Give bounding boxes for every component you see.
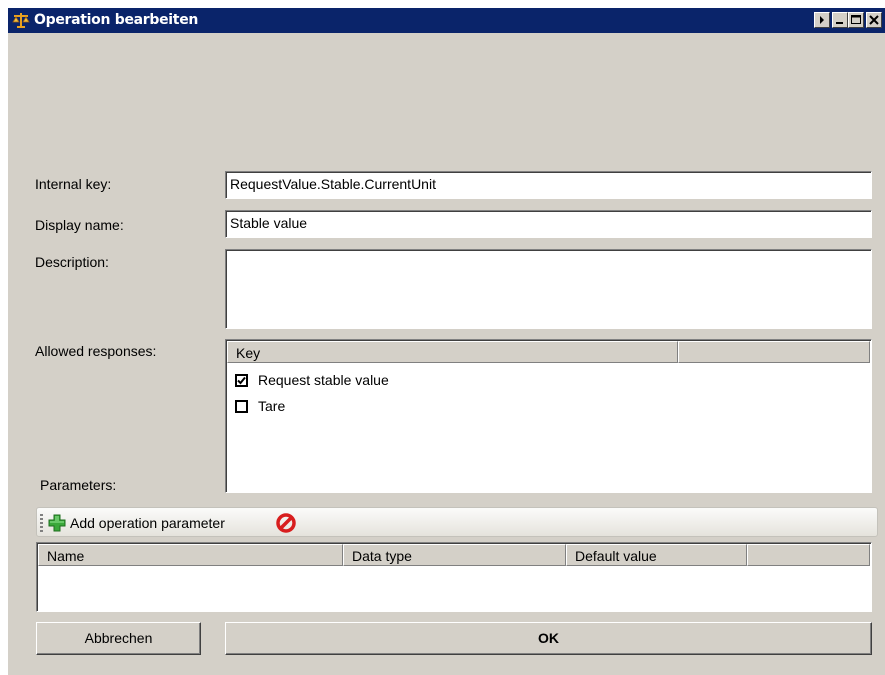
triangle-right-icon [820,16,824,24]
operation-dialog: Operation bearbeiten Internal key: Displ… [8,8,885,675]
allowed-responses-label: Allowed responses: [35,343,157,359]
display-name-field[interactable]: Stable value [225,210,872,238]
description-field[interactable] [225,249,872,329]
checkbox-unchecked[interactable] [235,399,248,413]
list-item[interactable]: Tare [235,396,285,416]
internal-key-field[interactable]: RequestValue.Stable.CurrentUnit [225,171,872,199]
list-item-label: Request stable value [258,372,389,388]
column-header-default-value[interactable]: Default value [566,544,747,566]
parameters-label: Parameters: [40,477,117,493]
display-name-label: Display name: [35,217,124,233]
description-label: Description: [35,254,109,270]
parameters-grid[interactable]: Name Data type Default value [36,542,872,612]
red-no-entry-icon [276,513,296,533]
close-button[interactable] [866,12,882,28]
internal-key-label: Internal key: [35,176,112,192]
checkmark-icon [237,376,246,384]
list-item-label: Tare [258,398,286,414]
list-item[interactable]: Request stable value [235,370,389,390]
minimize-icon [836,22,843,24]
checkbox-checked[interactable] [235,373,248,387]
delete-parameter-button[interactable] [275,512,297,534]
parameters-toolbar: Add operation parameter [36,507,878,537]
maximize-icon [851,15,861,24]
minimize-button[interactable] [832,12,848,28]
scale-icon [12,13,30,28]
add-operation-parameter-button[interactable]: Add operation parameter [47,512,225,534]
column-header-key[interactable]: Key [227,341,678,363]
close-icon [869,15,879,25]
cancel-button[interactable]: Abbrechen [36,622,201,655]
green-plus-icon [48,514,66,532]
column-header-empty[interactable] [747,544,870,566]
toolbar-grip[interactable] [40,514,43,532]
column-header-name[interactable]: Name [38,544,343,566]
menu-arrow-button[interactable] [814,12,830,28]
column-header-data-type[interactable]: Data type [343,544,566,566]
allowed-responses-list[interactable]: Key Request stable value Tare [225,339,872,493]
window-title: Operation bearbeiten [34,12,199,28]
ok-button[interactable]: OK [225,622,872,655]
add-operation-parameter-label: Add operation parameter [70,515,225,531]
column-header-empty[interactable] [678,341,870,363]
maximize-button[interactable] [848,12,864,28]
title-bar[interactable]: Operation bearbeiten [8,8,885,33]
